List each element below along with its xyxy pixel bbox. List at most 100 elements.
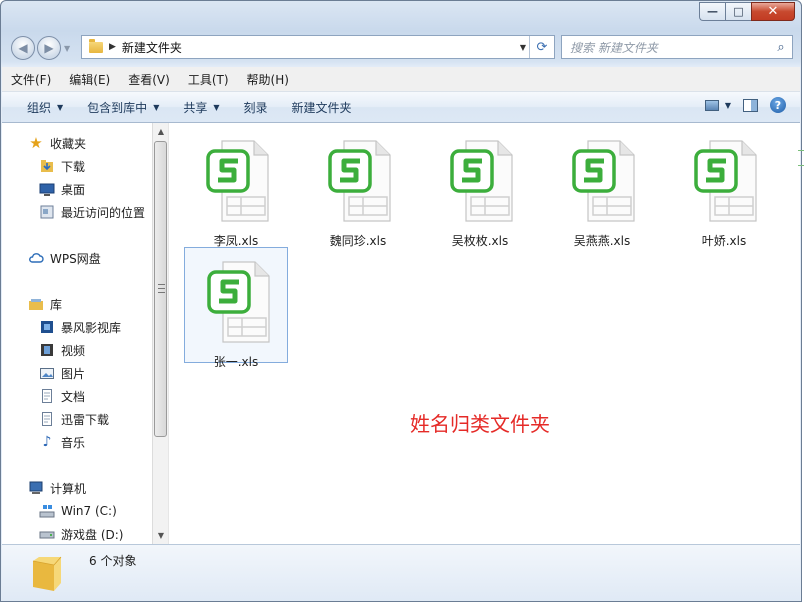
nav-libraries-label: 库 [50, 297, 63, 312]
details-pane: 6 个对象 [2, 544, 800, 601]
new-folder-button[interactable]: 新建文件夹 [280, 99, 364, 116]
back-arrow-icon: ◀ [18, 41, 28, 55]
search-input[interactable]: 搜索 新建文件夹 [562, 39, 770, 56]
file-name: 张一.xls [213, 355, 259, 369]
breadcrumb-current[interactable]: 新建文件夹 [122, 39, 182, 56]
nav-drive-c[interactable]: Win7 (C:) [39, 500, 117, 522]
file-item[interactable]: 吴枚枚.xls [428, 127, 532, 248]
include-in-library-button[interactable]: 包含到库中 ▼ [75, 99, 171, 116]
folder-annotation: 姓名归类文件夹 [410, 412, 550, 436]
wps-spreadsheet-icon [572, 140, 635, 222]
nav-thunder-downloads[interactable]: 迅雷下载 [39, 408, 109, 430]
download-folder-icon [39, 158, 55, 174]
file-item[interactable]: 吴燕燕.xls [550, 127, 654, 248]
wps-spreadsheet-icon [328, 140, 391, 222]
file-item-selected[interactable]: 张一.xls [184, 247, 288, 369]
address-row: ◀ ▶ ▼ ▶ 新建文件夹 ▼ ⟳ 搜索 新建文件夹 ⌕ [11, 35, 793, 61]
cloud-icon [28, 250, 44, 266]
recent-pages-dropdown[interactable]: ▼ [64, 44, 70, 53]
menu-bar: 文件(F) 编辑(E) 查看(V) 工具(T) 帮助(H) [2, 67, 800, 92]
star-icon: ★ [29, 134, 43, 152]
search-icon[interactable]: ⌕ [770, 40, 792, 55]
command-bar: 组织 ▼ 包含到库中 ▼ 共享 ▼ 刻录 新建文件夹 ▼ ? [2, 92, 800, 123]
nav-desktop[interactable]: 桌面 [39, 178, 85, 200]
back-button[interactable]: ◀ [11, 36, 35, 60]
nav-drive-d[interactable]: 游戏盘 (D:) [39, 523, 123, 544]
document-icon [39, 388, 55, 404]
view-options-dropdown[interactable]: ▼ [725, 101, 731, 110]
help-icon[interactable]: ? [770, 97, 786, 113]
burn-button[interactable]: 刻录 [232, 99, 280, 116]
nav-scrollbar[interactable]: ▲ ▼ [152, 123, 169, 544]
file-item[interactable]: 李凤.xls [184, 127, 288, 248]
menu-file[interactable]: 文件(F) [2, 71, 60, 88]
chevron-down-icon: ▼ [153, 102, 160, 112]
preview-pane-icon[interactable] [743, 98, 758, 112]
nav-recent-places-label: 最近访问的位置 [61, 205, 146, 220]
scrollbar-grip [158, 284, 165, 293]
nav-recent-places[interactable]: 最近访问的位置 [39, 201, 145, 223]
close-button[interactable]: ✕ [751, 2, 795, 21]
file-item[interactable]: 叶娇.xls [672, 127, 776, 248]
caption-buttons: — □ ✕ [699, 2, 795, 21]
explorer-window: — □ ✕ ◀ ▶ ▼ ▶ 新建文件夹 ▼ ⟳ 搜索 新建文件夹 ⌕ 文件(F)… [0, 0, 802, 602]
share-label: 共享 [183, 100, 208, 115]
menu-view[interactable]: 查看(V) [119, 71, 179, 88]
forward-arrow-icon: ▶ [44, 41, 54, 55]
scroll-up-arrow-icon[interactable]: ▲ [153, 123, 169, 140]
nav-pictures[interactable]: 图片 [39, 362, 85, 384]
folder-icon [32, 556, 62, 591]
nav-music-label: 音乐 [61, 435, 86, 450]
refresh-icon: ⟳ [536, 39, 548, 55]
nav-drive-c-label: Win7 (C:) [61, 504, 117, 518]
minimize-icon: — [707, 5, 718, 18]
change-view-icon[interactable] [704, 99, 719, 111]
maximize-button[interactable]: □ [725, 2, 751, 21]
nav-storm-video[interactable]: 暴风影视库 [39, 316, 121, 338]
breadcrumb-arrow-icon[interactable]: ▶ [109, 42, 116, 52]
nav-libraries[interactable]: 库 [28, 293, 62, 315]
video-library-icon [39, 319, 55, 335]
search-box[interactable]: 搜索 新建文件夹 ⌕ [561, 35, 793, 59]
nav-documents-label: 文档 [61, 389, 86, 404]
file-list: 李凤.xls 魏同珍.xls 吴枚枚.xls 吴燕燕.xls 叶娇.xls 张一… [170, 123, 800, 544]
wps-spreadsheet-icon [207, 261, 270, 343]
nav-videos[interactable]: 视频 [39, 339, 85, 361]
file-name: 吴枚枚.xls [451, 234, 509, 248]
nav-wps-cloud[interactable]: WPS网盘 [28, 247, 101, 269]
refresh-button[interactable]: ⟳ [529, 36, 554, 58]
system-drive-icon [39, 503, 55, 519]
nav-computer-label: 计算机 [50, 481, 87, 496]
share-button[interactable]: 共享 ▼ [171, 99, 231, 116]
forward-button[interactable]: ▶ [37, 36, 61, 60]
organize-button[interactable]: 组织 ▼ [2, 99, 75, 116]
include-in-library-label: 包含到库中 [87, 100, 148, 115]
nav-wps-cloud-label: WPS网盘 [50, 251, 101, 266]
nav-music[interactable]: ♪ 音乐 [39, 431, 85, 453]
chevron-down-icon: ▼ [213, 102, 220, 112]
file-item[interactable]: 魏同珍.xls [306, 127, 410, 248]
close-icon: ✕ [767, 4, 779, 19]
nav-videos-label: 视频 [61, 343, 86, 358]
toolbar-right: ▼ ? [704, 97, 786, 113]
folder-icon [89, 38, 103, 53]
file-name: 叶娇.xls [701, 234, 747, 248]
address-history-dropdown[interactable]: ▼ [520, 43, 526, 52]
menu-help[interactable]: 帮助(H) [238, 71, 298, 88]
minimize-button[interactable]: — [699, 2, 725, 21]
menu-tools[interactable]: 工具(T) [179, 71, 238, 88]
desktop-icon [39, 181, 55, 197]
nav-favorites[interactable]: ★ 收藏夹 [28, 132, 86, 154]
nav-downloads[interactable]: 下载 [39, 155, 85, 177]
scroll-down-arrow-icon[interactable]: ▼ [153, 527, 169, 544]
nav-computer[interactable]: 计算机 [28, 477, 86, 499]
new-folder-label: 新建文件夹 [291, 100, 352, 115]
menu-edit[interactable]: 编辑(E) [60, 71, 119, 88]
library-icon [28, 296, 44, 312]
burn-label: 刻录 [243, 100, 268, 115]
address-bar[interactable]: ▶ 新建文件夹 ▼ ⟳ [81, 35, 555, 59]
nav-documents[interactable]: 文档 [39, 385, 85, 407]
nav-desktop-label: 桌面 [61, 182, 86, 197]
nav-downloads-label: 下载 [61, 159, 86, 174]
scrollbar-thumb[interactable] [154, 141, 167, 437]
